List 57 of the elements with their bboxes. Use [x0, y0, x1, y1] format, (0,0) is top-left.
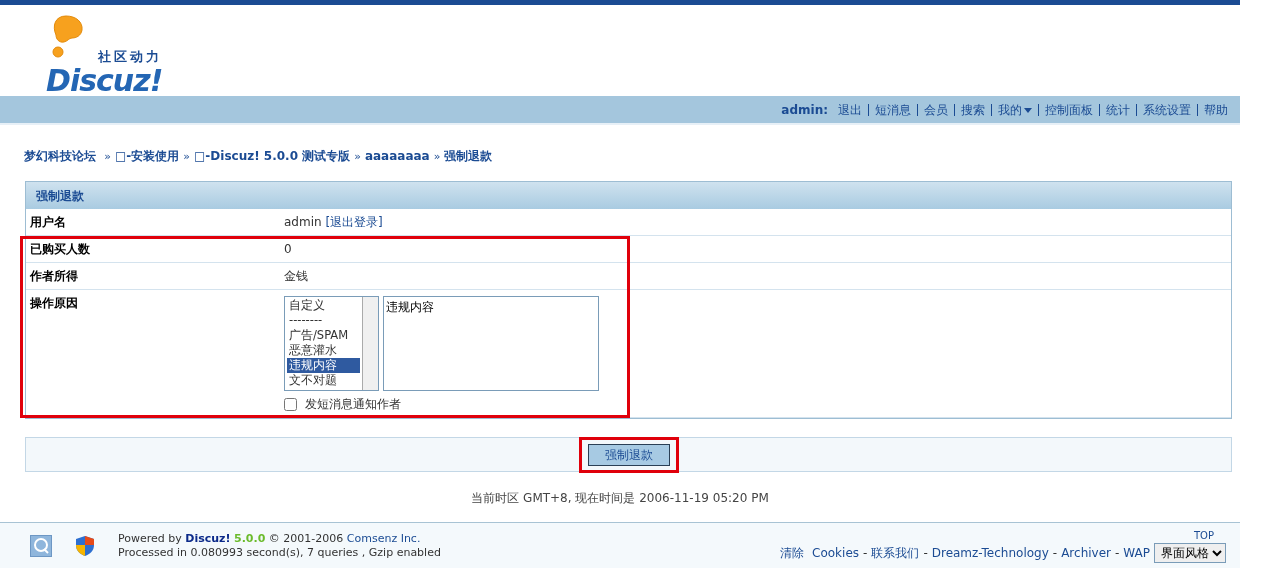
nav-link-item[interactable]: 短消息 — [868, 103, 917, 116]
breadcrumb-link[interactable]: □-Discuz! 5.0.0 测试专版 — [194, 149, 351, 163]
list-option[interactable]: 广告/SPAM — [287, 328, 360, 343]
nav-link-item[interactable]: 搜索 — [954, 103, 991, 116]
notify-checkbox[interactable] — [284, 397, 297, 411]
breadcrumb-current: 强制退款 — [444, 149, 493, 163]
shield-icon[interactable] — [76, 535, 94, 556]
company-link[interactable]: Comsenz Inc. — [346, 531, 421, 545]
notify-label: 发短消息通知作者 — [305, 396, 401, 413]
breadcrumb-separator: » — [354, 150, 361, 163]
nav-link-item[interactable]: 我的 — [991, 103, 1038, 116]
list-option[interactable]: 恶意灌水 — [287, 343, 360, 358]
time-text: 当前时区 GMT+8, 现在时间是 2006-11-19 05:20 PM — [471, 491, 769, 505]
link-separator: - — [923, 545, 928, 562]
logo-tagline: 社区动力 — [98, 47, 163, 66]
field-label: 已购买人数 — [29, 241, 91, 258]
nav-link-item[interactable]: 退出 — [832, 103, 868, 116]
footer-link[interactable]: 清除 Cookies — [780, 544, 860, 562]
nav-link-item[interactable]: 帮助 — [1197, 103, 1234, 116]
nav-link-item[interactable]: 统计 — [1099, 103, 1136, 116]
style-select[interactable]: 界面风格 — [1154, 543, 1226, 563]
logo-wordmark: Discuz! — [46, 66, 163, 96]
breadcrumb-link[interactable]: aaaaaaaa — [364, 149, 430, 163]
panel-title: 强制退款 — [26, 182, 1231, 209]
field-value: 0 — [284, 242, 292, 256]
breadcrumb-link[interactable]: 梦幻科技论坛 — [24, 149, 96, 163]
nav-link-item[interactable]: 系统设置 — [1136, 103, 1197, 116]
user-name: admin: — [781, 101, 828, 119]
link-separator: - — [1115, 545, 1120, 562]
powered-text: Powered by Discuz! 5.0.0 © 2001-2006 Comsenz Inc. — [118, 531, 422, 546]
list-option[interactable]: 文不对题 — [287, 373, 360, 388]
breadcrumb-link[interactable]: □-安装使用 — [114, 149, 180, 163]
nav-link-item[interactable]: 会员 — [917, 103, 954, 116]
nav-link-item[interactable]: 控制面板 — [1038, 103, 1099, 116]
footer-link[interactable]: 联系我们 — [871, 544, 920, 562]
link-separator: - — [1052, 545, 1058, 562]
field-label: 用户名 — [29, 214, 67, 231]
footer-link[interactable]: Dreamz-Technology — [931, 544, 1049, 562]
footer-link[interactable]: Archiver — [1061, 544, 1111, 562]
list-option[interactable]: -------- — [287, 313, 360, 328]
field-value: admin — [284, 215, 322, 229]
list-option[interactable]: 自定义 — [287, 298, 360, 313]
reason-textarea[interactable]: 违规内容 — [383, 296, 599, 391]
breadcrumb-separator: » — [183, 150, 190, 163]
list-option[interactable]: 违规内容 — [287, 358, 360, 373]
field-label: 操作原因 — [29, 295, 79, 312]
field-value: 金钱 — [284, 269, 308, 283]
breadcrumb-separator: » — [104, 150, 111, 163]
link-separator: - — [863, 545, 868, 562]
footer-link[interactable]: WAP — [1123, 544, 1150, 562]
reason-listbox[interactable]: 自定义 -------- 广告/SPAM 恶意灌水 违规内容 文不对题 — [284, 296, 379, 391]
breadcrumb-separator: » — [433, 150, 441, 163]
logout-link[interactable]: [退出登录] — [325, 215, 383, 229]
field-label: 作者所得 — [29, 268, 79, 285]
processed-text: Processed in 0.080993 second(s), 7 queries , Gzip enabled — [118, 545, 441, 560]
submit-button[interactable]: 强制退款 — [587, 443, 670, 466]
top-link[interactable]: TOP — [1194, 528, 1214, 543]
